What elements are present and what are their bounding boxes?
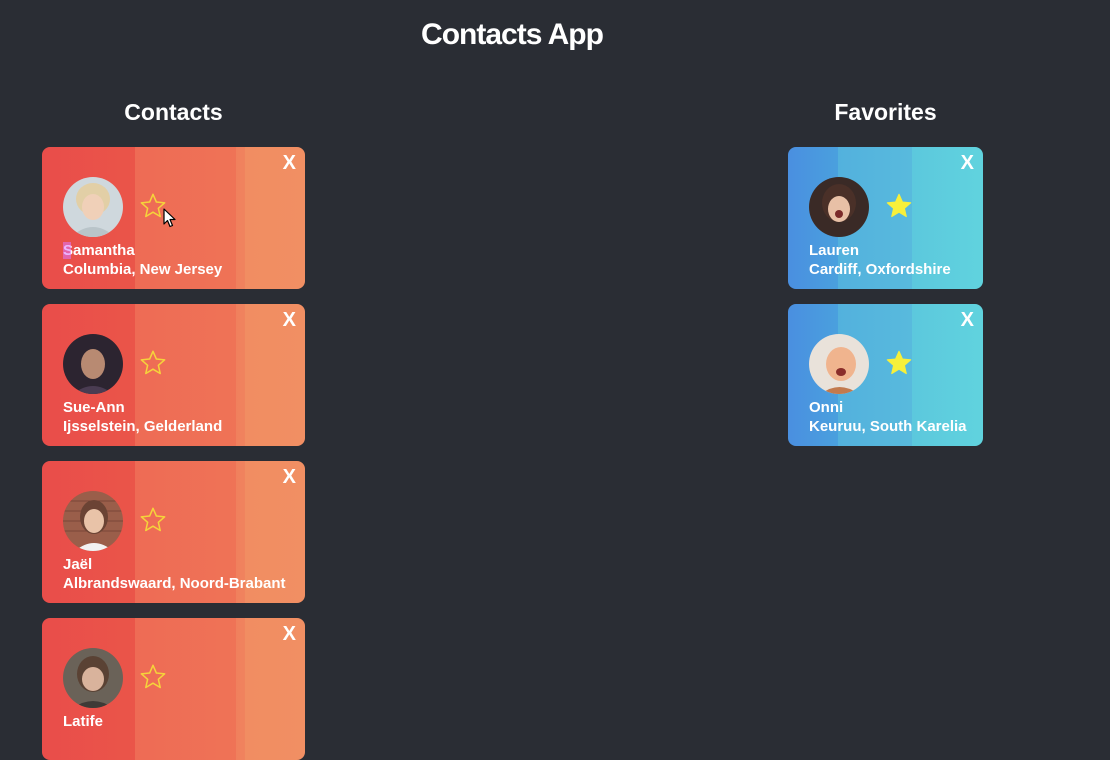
star-outline-icon[interactable]: [139, 663, 167, 691]
contact-card: X Jaël Albrandswaard, Noord-Brabant: [42, 461, 305, 603]
star-filled-icon[interactable]: [885, 192, 913, 220]
contacts-heading: Contacts: [124, 99, 223, 125]
favorite-location: Keuruu, South Karelia: [809, 418, 967, 435]
favorite-card: X Lauren Cardiff, Oxfordshire: [788, 147, 983, 289]
star-filled-icon[interactable]: [885, 349, 913, 377]
remove-favorite-button[interactable]: X: [961, 309, 974, 331]
avatar: [63, 177, 123, 237]
remove-contact-button[interactable]: X: [283, 152, 296, 174]
star-outline-icon[interactable]: [139, 192, 167, 220]
contact-name: Sue-Ann: [63, 399, 125, 416]
remove-favorite-button[interactable]: X: [961, 152, 974, 174]
contact-location: Albrandswaard, Noord-Brabant: [63, 575, 286, 592]
star-outline-icon[interactable]: [139, 349, 167, 377]
remove-contact-button[interactable]: X: [283, 623, 296, 645]
favorites-heading: Favorites: [834, 99, 937, 125]
avatar: [63, 648, 123, 708]
contact-card: X Samantha Columbia, New Jersey: [42, 147, 305, 289]
contact-name: Latife: [63, 713, 104, 730]
avatar: [63, 334, 123, 394]
favorite-name: Lauren: [809, 242, 860, 259]
favorite-location: Cardiff, Oxfordshire: [809, 261, 951, 278]
star-outline-icon[interactable]: [139, 506, 167, 534]
favorite-name: Onni: [809, 399, 844, 416]
text-selection-highlight: [63, 242, 71, 259]
contact-location: Columbia, New Jersey: [63, 261, 223, 278]
app-title: Contacts App: [421, 18, 604, 51]
contact-card: X Latife: [42, 618, 305, 760]
avatar: [63, 491, 123, 551]
remove-contact-button[interactable]: X: [283, 309, 296, 331]
contact-name: Samantha: [63, 242, 135, 259]
avatar: [809, 334, 869, 394]
contact-name: Jaël: [63, 556, 93, 573]
contact-location: Ijsselstein, Gelderland: [63, 418, 223, 435]
avatar: [809, 177, 869, 237]
remove-contact-button[interactable]: X: [283, 466, 296, 488]
favorite-card: X Onni Keuruu, South Karelia: [788, 304, 983, 446]
contact-card: X Sue-Ann Ijsselstein, Gelderland: [42, 304, 305, 446]
